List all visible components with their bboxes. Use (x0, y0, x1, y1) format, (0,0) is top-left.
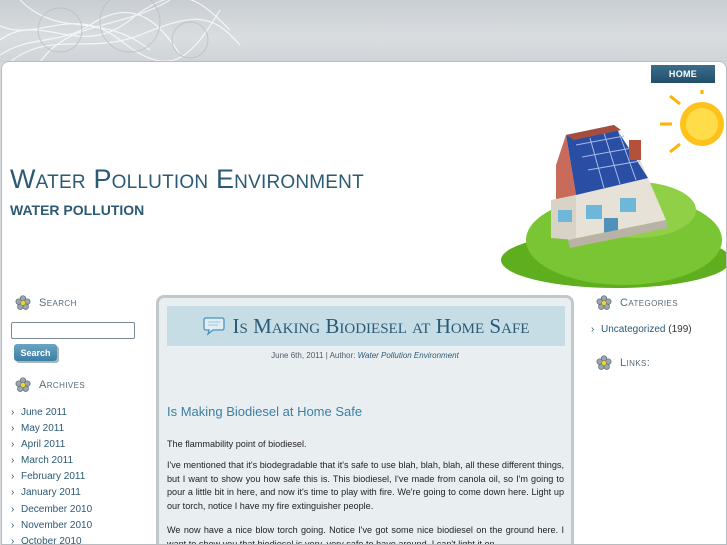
post-author-link[interactable]: Water Pollution Environment (358, 351, 459, 360)
category-link[interactable]: Uncategorized (601, 324, 665, 335)
site-title[interactable]: Water Pollution Environment (10, 164, 364, 195)
categories-widget-title: Categories (596, 295, 678, 311)
archive-link[interactable]: November 2010 (21, 520, 92, 531)
category-item[interactable]: › Uncategorized (199) (591, 324, 692, 335)
archive-item[interactable]: › May 2011 (11, 421, 92, 437)
archive-link[interactable]: February 2011 (21, 471, 85, 482)
archive-item[interactable]: › November 2010 (11, 518, 92, 534)
chevron-right-icon: › (11, 455, 15, 467)
page-container: HOME Water Pollution Environment WATER P… (1, 61, 727, 545)
chevron-right-icon: › (11, 407, 15, 418)
chevron-right-icon: › (11, 519, 15, 531)
header-decoration (0, 0, 727, 62)
chevron-right-icon: › (11, 423, 15, 435)
archive-item[interactable]: › June 2011 (11, 405, 92, 421)
archive-item[interactable]: › December 2010 (11, 502, 92, 518)
archive-link[interactable]: October 2010 (21, 536, 82, 544)
post-paragraph: The flammability point of biodiesel. (167, 439, 307, 449)
flower-icon (15, 295, 31, 310)
post-date: June 6th, 2011 (271, 351, 324, 360)
archives-title-text: Archives (39, 379, 86, 391)
post-meta: June 6th, 2011 | Author: Water Pollution… (159, 351, 571, 360)
speech-bubble-icon (202, 317, 225, 336)
links-widget-title: Links: (596, 355, 650, 371)
archive-item[interactable]: › March 2011 (11, 453, 92, 469)
post-author-prefix: | Author: (325, 351, 356, 360)
chevron-right-icon: › (591, 324, 595, 335)
category-count: (199) (668, 324, 692, 335)
search-input[interactable] (11, 322, 135, 339)
search-widget-title: Search (15, 295, 77, 311)
archive-item[interactable]: › October 2010 (11, 534, 92, 545)
archive-link[interactable]: January 2011 (21, 487, 81, 498)
archive-item[interactable]: › January 2011 (11, 485, 92, 501)
archives-widget-title: Archives (15, 377, 85, 393)
flower-icon (596, 295, 612, 310)
flower-icon (596, 355, 612, 370)
archive-item[interactable]: › February 2011 (11, 469, 92, 485)
chevron-right-icon: › (11, 487, 15, 499)
site-description: WATER POLLUTION (10, 202, 145, 218)
archive-item[interactable]: › April 2011 (11, 437, 92, 453)
chevron-right-icon: › (11, 471, 15, 483)
post-container: Is Making Biodiesel at Home Safe June 6t… (156, 295, 574, 545)
nav-home-link[interactable]: HOME (651, 65, 715, 83)
chevron-right-icon: › (11, 439, 15, 451)
archive-link[interactable]: December 2010 (21, 504, 92, 515)
solar-house-illustration (501, 90, 726, 288)
archive-link[interactable]: April 2011 (21, 439, 65, 450)
archive-link[interactable]: March 2011 (21, 455, 73, 466)
search-title-text: Search (39, 297, 77, 309)
chevron-right-icon: › (11, 535, 15, 545)
post-subheading: Is Making Biodiesel at Home Safe (167, 404, 363, 419)
chevron-right-icon: › (11, 503, 15, 515)
archive-list: › June 2011 › May 2011 › April 2011 › March … (11, 405, 92, 545)
post-paragraph: We now have a nice blow torch going. Not… (167, 525, 564, 545)
post-title[interactable]: Is Making Biodiesel at Home Safe (233, 314, 530, 339)
links-title-text: Links: (620, 357, 651, 369)
archive-link[interactable]: June 2011 (21, 407, 67, 418)
post-paragraph: I've mentioned that it's biodegradable t… (167, 460, 564, 511)
post-header: Is Making Biodiesel at Home Safe (167, 306, 565, 346)
search-button[interactable]: Search (14, 344, 57, 361)
flower-icon (15, 377, 31, 392)
categories-title-text: Categories (620, 297, 679, 309)
archive-link[interactable]: May 2011 (21, 423, 64, 434)
